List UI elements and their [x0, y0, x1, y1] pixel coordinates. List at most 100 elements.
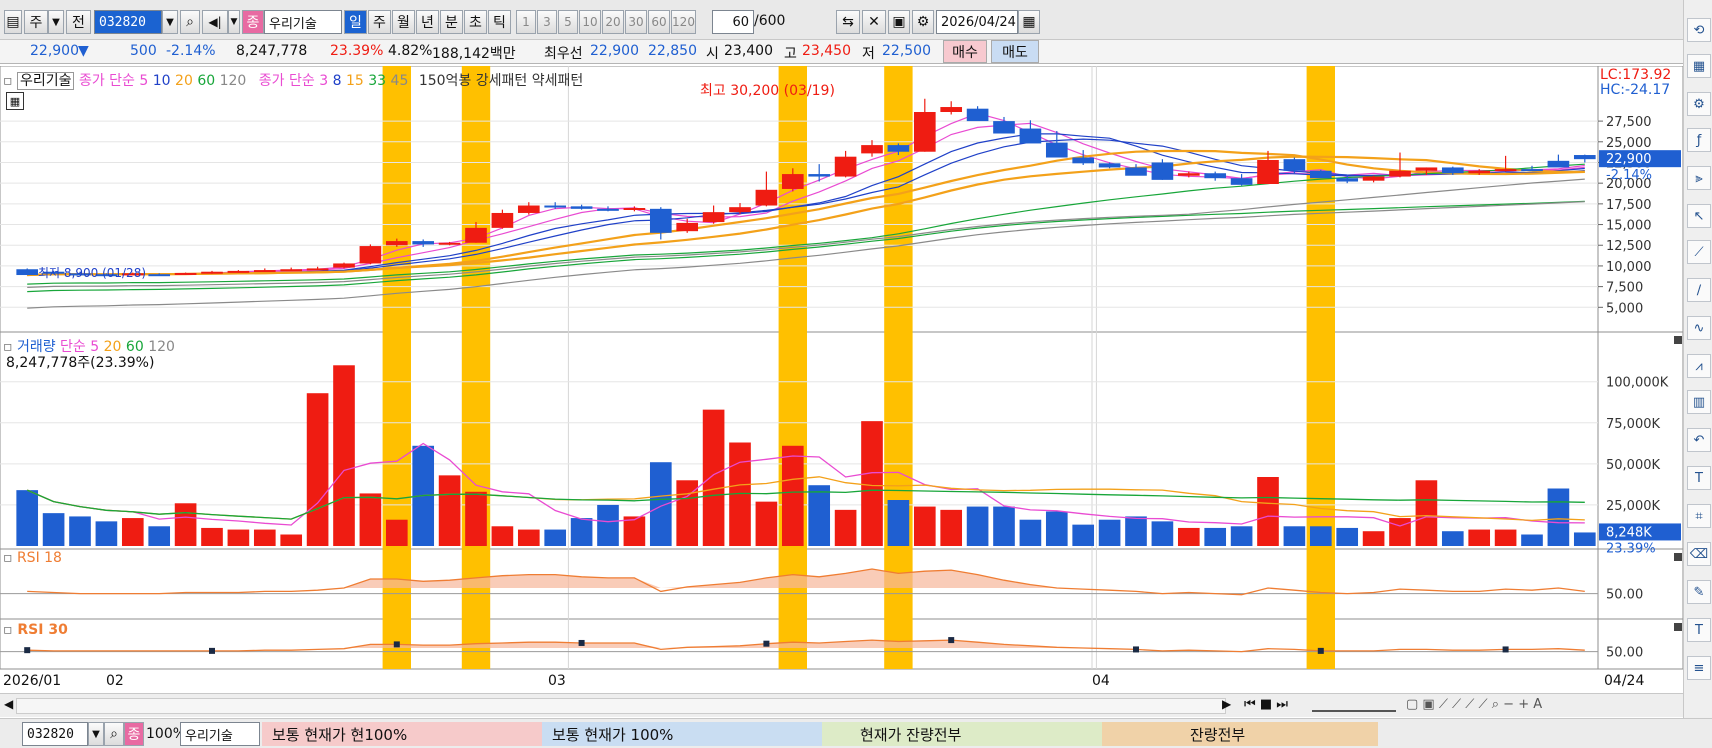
- cycle-tab-4[interactable]: 분: [440, 10, 463, 34]
- gear-icon[interactable]: ⚙: [912, 10, 934, 34]
- interval-tab-4[interactable]: 20: [602, 10, 624, 34]
- text-icon[interactable]: T: [1687, 466, 1711, 490]
- stock-code-dropdown-icon[interactable]: ▼: [162, 10, 178, 34]
- chart-area[interactable]: 27,50025,00022,50020,00017,50015,00012,5…: [0, 65, 1684, 693]
- search-icon[interactable]: ⌕: [180, 10, 200, 34]
- scroll-right-icon[interactable]: ▶: [1222, 697, 1231, 711]
- volume-bar: [1494, 529, 1517, 546]
- candle-body: [1362, 176, 1385, 181]
- count-input[interactable]: 60: [712, 10, 754, 34]
- candle-body: [1309, 170, 1332, 179]
- stock-code-input[interactable]: 032820: [94, 10, 162, 34]
- price-axis-label: 17,500: [1606, 198, 1652, 213]
- interval-tab-6[interactable]: 60: [648, 10, 670, 34]
- interval-tab-1[interactable]: 3: [537, 10, 557, 34]
- menu-list-icon[interactable]: ≡: [1687, 656, 1711, 680]
- wave-icon[interactable]: ⩘: [1687, 354, 1711, 378]
- zoom-slider[interactable]: [1312, 699, 1396, 712]
- best-bid-label: 최우선: [544, 46, 583, 62]
- interval-tab-0[interactable]: 1: [516, 10, 536, 34]
- sound-icon[interactable]: ◀|: [202, 10, 228, 34]
- playback-controls[interactable]: ⏮ ■ ⏭: [1244, 697, 1288, 712]
- auto-trend-icon[interactable]: ∿: [1687, 316, 1711, 340]
- drawing-tools-icons[interactable]: ▢ ▣ ⟋ ⟋ ⟋ ⟋ ⌕ − + A: [1406, 697, 1542, 712]
- ma-b-45: 45: [390, 73, 409, 89]
- bottom-code-input[interactable]: 032820: [22, 722, 88, 746]
- volume-bar: [861, 421, 883, 546]
- rsi30-marker: [1502, 646, 1509, 653]
- eraser-icon[interactable]: ⌫: [1687, 542, 1711, 566]
- bottom-stock-name[interactable]: 우리기술: [180, 722, 260, 746]
- bottom-search-icon[interactable]: ⌕: [104, 722, 124, 746]
- erase-all-icon[interactable]: ✎: [1687, 580, 1711, 604]
- volume-bar: [1573, 532, 1596, 546]
- stock-name-field[interactable]: 우리기술: [264, 10, 342, 34]
- formula-icon[interactable]: ƒ: [1687, 128, 1711, 152]
- indicator-icon[interactable]: ⫸: [1687, 166, 1711, 190]
- save-icon[interactable]: ▣: [888, 10, 910, 34]
- chart-menu-icon[interactable]: ▤: [4, 10, 22, 34]
- cross-icon[interactable]: ✕: [862, 10, 886, 34]
- rsi30-marker-icon: ▫: [3, 622, 13, 638]
- scroll-left-icon[interactable]: ◀: [4, 697, 13, 711]
- pointer-icon[interactable]: ↖: [1687, 204, 1711, 228]
- price-axis-label: 10,000: [1606, 260, 1652, 275]
- volume-bar: [174, 503, 197, 546]
- sell-button[interactable]: 매도: [991, 40, 1039, 63]
- candle-body: [913, 112, 936, 152]
- cycle-tab-3[interactable]: 년: [416, 10, 439, 34]
- price-axis-label: 12,500: [1606, 239, 1652, 254]
- order-section-3[interactable]: 현재가 잔량전부: [822, 722, 1102, 746]
- cycle-tab-6[interactable]: 틱: [488, 10, 511, 34]
- candle-body: [1521, 169, 1543, 172]
- cycle-tab-0[interactable]: 일: [344, 10, 367, 34]
- ask-price: 22,900: [590, 43, 639, 59]
- candle-icon[interactable]: ▥: [1687, 390, 1711, 414]
- layout-icon[interactable]: ▦: [1687, 54, 1711, 78]
- prev-button[interactable]: 전: [66, 10, 91, 34]
- interval-tab-7[interactable]: 120: [671, 10, 696, 34]
- volume-bar: [438, 475, 461, 546]
- chart-link-icon[interactable]: ⟲: [1687, 18, 1711, 42]
- text-tool-icon[interactable]: T: [1687, 618, 1711, 642]
- period-dropdown-icon[interactable]: ▼: [48, 10, 64, 34]
- chart-svg[interactable]: 27,50025,00022,50020,00017,50015,00012,5…: [0, 65, 1684, 693]
- calendar-icon[interactable]: ▦: [1018, 10, 1040, 34]
- cycle-tab-2[interactable]: 월: [392, 10, 415, 34]
- order-section-4[interactable]: 잔량전부: [1102, 722, 1378, 746]
- grid-toggle-icon[interactable]: ▦: [6, 92, 24, 110]
- volume-bar: [465, 491, 487, 546]
- quote-row: 22,900 ▼ 500 -2.14% 8,247,778 23.39% 4.8…: [0, 40, 1683, 64]
- settings-icon[interactable]: ⚙: [1687, 92, 1711, 116]
- ma-a-5: 5: [139, 73, 149, 89]
- candle-body: [544, 205, 567, 208]
- frame-icon[interactable]: ⌗: [1687, 504, 1711, 528]
- buy-button[interactable]: 매수: [943, 40, 987, 63]
- volume-bar: [570, 518, 593, 546]
- horizontal-scrollbar[interactable]: [16, 698, 1226, 714]
- hc-label: HC:-24.17: [1600, 82, 1671, 98]
- order-section-2[interactable]: 보통 현재가 100%: [542, 722, 822, 746]
- current-volume-text: 8,248K: [1606, 525, 1652, 540]
- sound-dropdown-icon[interactable]: ▼: [228, 10, 240, 34]
- period-select-button[interactable]: 주: [24, 10, 48, 34]
- cycle-tab-1[interactable]: 주: [368, 10, 391, 34]
- order-section-1[interactable]: 보통 현재가 현100%: [262, 722, 542, 746]
- candle-body: [1204, 173, 1227, 179]
- undo-icon[interactable]: ↶: [1687, 428, 1711, 452]
- interval-tab-3[interactable]: 10: [579, 10, 601, 34]
- date-input[interactable]: 2026/04/24: [936, 10, 1018, 34]
- cycle-tab-5[interactable]: 초: [464, 10, 487, 34]
- rsi18-axis-label: 50.00: [1606, 588, 1643, 603]
- candle-body: [1336, 178, 1359, 182]
- candle-body: [1098, 163, 1121, 168]
- volume-bar: [1177, 527, 1200, 546]
- bottom-code-dropdown-icon[interactable]: ▼: [88, 722, 104, 746]
- compare-icon[interactable]: ⇆: [836, 10, 860, 34]
- x-axis-apr: 04: [1092, 673, 1110, 689]
- line-icon[interactable]: ∕: [1687, 278, 1711, 302]
- interval-tab-2[interactable]: 5: [558, 10, 578, 34]
- candle-body: [1125, 167, 1147, 176]
- interval-tab-5[interactable]: 30: [625, 10, 647, 34]
- trendline-icon[interactable]: ⟋: [1687, 240, 1711, 264]
